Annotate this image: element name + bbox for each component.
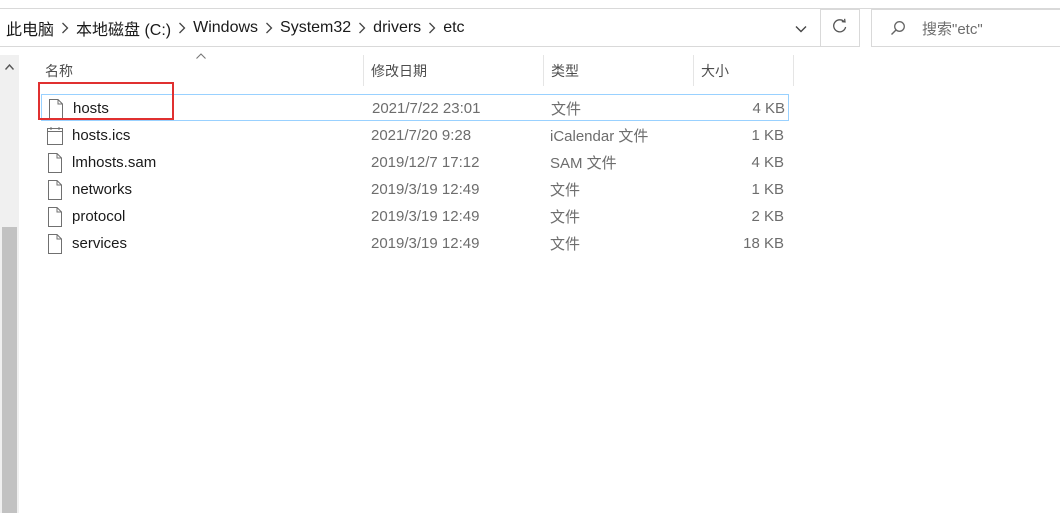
search-placeholder: 搜索"etc" [922, 20, 983, 38]
column-header-type-label: 类型 [551, 62, 579, 79]
file-size: 4 KB [751, 154, 784, 171]
column-header-size[interactable]: 大小 [694, 55, 793, 86]
file-name: lmhosts.sam [72, 154, 157, 171]
breadcrumb-system32[interactable]: System32 [280, 9, 351, 47]
file-name: networks [72, 181, 133, 198]
blank-file-icon [47, 179, 63, 200]
file-type: 文件 [550, 182, 581, 199]
column-header-date[interactable]: 修改日期 [364, 55, 543, 86]
refresh-button[interactable] [820, 9, 860, 47]
chevron-down-icon [795, 20, 807, 37]
file-row-networks[interactable]: networks 2019/3/19 12:49 文件 1 KB [41, 176, 789, 203]
file-size: 4 KB [752, 100, 785, 117]
scroll-up-button[interactable] [0, 55, 19, 75]
chevron-right-icon[interactable] [351, 22, 373, 34]
vertical-scrollbar[interactable] [0, 55, 19, 513]
file-date: 2019/3/19 12:49 [371, 208, 480, 225]
file-name-cell: protocol [47, 203, 125, 230]
file-size: 18 KB [743, 235, 784, 252]
file-type: iCalendar 文件 [550, 128, 649, 145]
breadcrumb-drivers[interactable]: drivers [373, 9, 421, 47]
file-type: 文件 [550, 236, 581, 253]
column-header-type[interactable]: 类型 [544, 55, 693, 86]
breadcrumb-windows[interactable]: Windows [193, 9, 258, 47]
address-bar[interactable]: 此电脑 本地磁盘 (C:) Windows System32 drivers e… [0, 9, 820, 47]
breadcrumb-etc[interactable]: etc [443, 9, 464, 47]
chevron-right-icon[interactable] [258, 22, 280, 34]
breadcrumb-this-pc[interactable]: 此电脑 [0, 9, 54, 47]
chevron-right-icon[interactable] [421, 22, 443, 34]
file-name-cell: hosts.ics [47, 122, 130, 149]
file-date: 2019/12/7 17:12 [371, 154, 480, 171]
file-name-cell: services [47, 230, 127, 257]
address-history-dropdown[interactable] [781, 10, 819, 46]
calendar-file-icon [47, 126, 63, 146]
scroll-thumb[interactable] [2, 227, 17, 513]
column-header-date-label: 修改日期 [371, 62, 427, 79]
file-name-cell: lmhosts.sam [47, 149, 156, 176]
file-row-protocol[interactable]: protocol 2019/3/19 12:49 文件 2 KB [41, 203, 789, 230]
file-row-services[interactable]: services 2019/3/19 12:49 文件 18 KB [41, 230, 789, 257]
file-date: 2021/7/22 23:01 [372, 100, 481, 117]
column-header-name-label: 名称 [45, 62, 73, 79]
file-type: SAM 文件 [550, 155, 617, 172]
file-size: 2 KB [751, 208, 784, 225]
file-name-cell: networks [47, 176, 132, 203]
file-date: 2019/3/19 12:49 [371, 235, 480, 252]
column-divider[interactable] [793, 55, 794, 86]
blank-file-icon [47, 233, 63, 254]
file-date: 2021/7/20 9:28 [371, 127, 472, 144]
blank-file-icon [47, 206, 63, 227]
chevron-right-icon[interactable] [171, 22, 193, 34]
column-header-size-label: 大小 [701, 62, 729, 79]
blank-file-icon [47, 152, 63, 173]
file-name: services [72, 235, 128, 252]
file-type: 文件 [551, 101, 582, 118]
file-size: 1 KB [751, 181, 784, 198]
search-input[interactable]: 搜索"etc" [871, 9, 1060, 47]
chevron-right-icon[interactable] [54, 22, 76, 34]
search-icon [890, 20, 906, 36]
file-date: 2019/3/19 12:49 [371, 181, 480, 198]
file-size: 1 KB [751, 127, 784, 144]
file-type: 文件 [550, 209, 581, 226]
file-name: hosts.ics [72, 127, 131, 144]
address-bar-row: 此电脑 本地磁盘 (C:) Windows System32 drivers e… [0, 0, 1060, 55]
file-name: protocol [72, 208, 126, 225]
breadcrumb-local-disk[interactable]: 本地磁盘 (C:) [76, 9, 171, 47]
file-row-hosts-ics[interactable]: hosts.ics 2021/7/20 9:28 iCalendar 文件 1 … [41, 122, 789, 149]
highlight-annotation-box [38, 82, 174, 120]
file-row-lmhosts-sam[interactable]: lmhosts.sam 2019/12/7 17:12 SAM 文件 4 KB [41, 149, 789, 176]
chevron-up-icon [4, 57, 15, 74]
refresh-icon [832, 18, 848, 38]
